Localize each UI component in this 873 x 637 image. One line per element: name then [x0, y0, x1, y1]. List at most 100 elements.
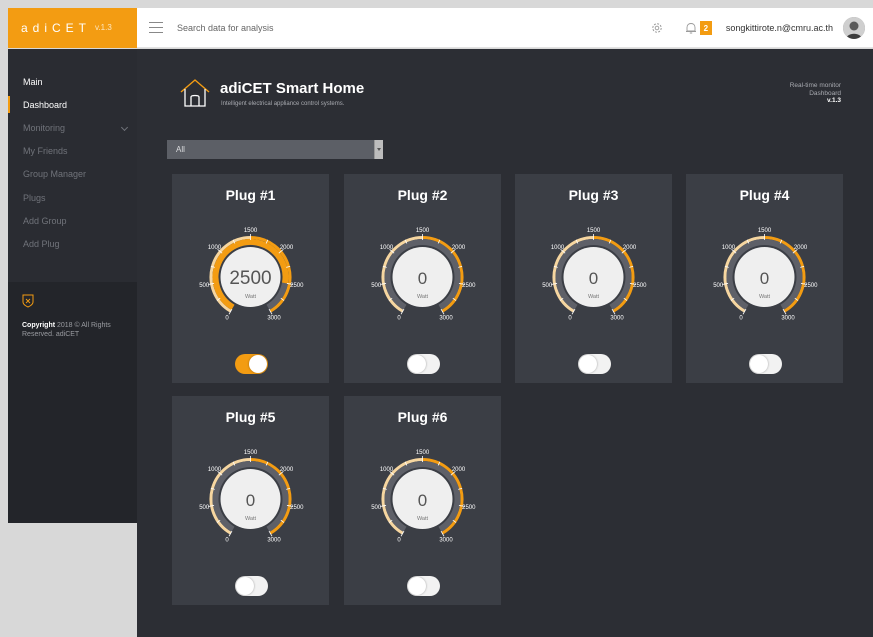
- header-tools: 2 songkittirote.n@cmru.ac.th: [650, 8, 865, 48]
- main-content: adiCET Smart Home Intelligent electrical…: [137, 49, 873, 637]
- plug-title: Plug #1: [225, 187, 276, 203]
- gauge-tick-label: 1000: [208, 245, 222, 251]
- plug-title: Plug #2: [397, 187, 448, 203]
- chevron-down-icon[interactable]: [374, 140, 383, 159]
- breadcrumb: Dashboard: [809, 89, 841, 97]
- plug-card: Plug #2 0 500 1000 1500 2000 2500 3000 0 Watt: [344, 174, 501, 383]
- gauge-unit: Watt: [759, 294, 771, 300]
- sidebar-menu: Main Dashboard Monitoring My Friends Gro…: [8, 49, 137, 256]
- sidebar-item-monitoring-label: Monitoring: [23, 122, 66, 133]
- gauge-tick-label: 1500: [416, 228, 430, 234]
- toggle-knob: [408, 577, 426, 595]
- gauge-value: 0: [418, 491, 427, 510]
- page-version: v.1.3: [827, 97, 841, 104]
- plug-title: Plug #5: [225, 409, 276, 425]
- sidebar-item-monitoring[interactable]: Monitoring: [8, 116, 137, 139]
- gauge-value: 0: [760, 269, 769, 288]
- sidebar-item-add-plug[interactable]: Add Plug: [8, 232, 137, 255]
- group-filter-select[interactable]: All: [167, 140, 383, 159]
- power-toggle[interactable]: [578, 354, 611, 374]
- toggle-knob: [408, 355, 426, 373]
- sidebar: Main Dashboard Monitoring My Friends Gro…: [8, 49, 137, 523]
- gauge-tick-label: 3000: [439, 316, 453, 322]
- gauge-tick-label: 2500: [462, 283, 476, 289]
- power-toggle[interactable]: [235, 354, 268, 374]
- shield-icon: [22, 294, 34, 308]
- avatar[interactable]: [843, 17, 865, 39]
- gauge-tick-label: 2500: [290, 505, 304, 511]
- gauge-tick-label: 500: [713, 283, 724, 289]
- gauge-unit: Watt: [417, 516, 429, 522]
- gauge-tick-label: 2000: [452, 467, 466, 473]
- gauge-tick-label: 1500: [416, 450, 430, 456]
- gauge-tick-label: 1000: [380, 467, 394, 473]
- gauge-tick-label: 2500: [462, 505, 476, 511]
- notification-badge[interactable]: 2: [699, 21, 712, 35]
- plug-card: Plug #6 0 500 1000 1500 2000 2500 3000 0 Watt: [344, 396, 501, 605]
- gauge-tick-label: 2000: [794, 245, 808, 251]
- gauge-value: 0: [246, 491, 255, 510]
- gauge-tick-label: 3000: [781, 316, 795, 322]
- plug-card: Plug #1 0 500 1000 1500 2000 2500 3000 2500 Watt: [172, 174, 329, 383]
- gauge-value: 2500: [229, 268, 271, 289]
- gear-icon[interactable]: [650, 21, 664, 35]
- power-gauge: 0 500 1000 1500 2000 2500 3000 2500 Watt: [199, 228, 304, 322]
- power-gauge: 0 500 1000 1500 2000 2500 3000 0 Watt: [371, 228, 476, 322]
- realtime-label: Real-time monitor: [789, 82, 841, 89]
- gauge-tick-label: 0: [568, 316, 572, 322]
- power-gauge: 0 500 1000 1500 2000 2500 3000 0 Watt: [542, 228, 647, 322]
- power-toggle[interactable]: [749, 354, 782, 374]
- power-toggle[interactable]: [407, 576, 440, 596]
- search-input[interactable]: [177, 15, 477, 40]
- page-meta: Real-time monitor Dashboard v.1.3: [790, 82, 841, 105]
- sidebar-item-add-group[interactable]: Add Group: [8, 209, 137, 232]
- gauge-tick-label: 500: [199, 283, 210, 289]
- gauge-tick-label: 500: [371, 283, 382, 289]
- gauge-tick-label: 2000: [623, 245, 637, 251]
- gauge-tick-label: 1000: [551, 245, 565, 251]
- gauge-tick-label: 3000: [267, 316, 281, 322]
- brand-logo[interactable]: adiCET v.1.3: [8, 7, 137, 48]
- plug-card: Plug #5 0 500 1000 1500 2000 2500 3000 0 Watt: [172, 396, 329, 605]
- gauge-tick-label: 2500: [290, 283, 304, 289]
- gauge-tick-label: 1500: [244, 228, 258, 234]
- gauge-value: 0: [589, 269, 598, 288]
- home-icon: [180, 79, 210, 107]
- toggle-knob: [579, 355, 597, 373]
- sidebar-footer: Copyright 2018 © All Rights Reserved. ad…: [8, 282, 137, 523]
- gauge-unit: Watt: [245, 516, 257, 522]
- copyright-bold: Copyright: [22, 322, 56, 329]
- gauge-tick-label: 500: [371, 505, 382, 511]
- brand-name: adiCET: [21, 20, 92, 35]
- brand-version: v.1.3: [95, 23, 112, 32]
- plug-title: Plug #3: [568, 187, 619, 203]
- chevron-down-icon: [120, 124, 129, 132]
- gauge-unit: Watt: [245, 294, 257, 300]
- power-toggle[interactable]: [235, 576, 268, 596]
- power-toggle[interactable]: [407, 354, 440, 374]
- user-email[interactable]: songkittirote.n@cmru.ac.th: [726, 23, 833, 33]
- sidebar-item-my-friends[interactable]: My Friends: [8, 140, 137, 163]
- toggle-knob: [236, 577, 254, 595]
- plug-title: Plug #4: [739, 187, 790, 203]
- gauge-tick-label: 0: [225, 538, 229, 544]
- sidebar-heading-main: Main: [23, 76, 43, 87]
- menu-toggle-icon[interactable]: [149, 22, 163, 33]
- gauge-tick-label: 1500: [758, 228, 772, 234]
- gauge-unit: Watt: [588, 294, 600, 300]
- sidebar-item-plugs[interactable]: Plugs: [8, 186, 137, 209]
- sidebar-item-group-manager[interactable]: Group Manager: [8, 163, 137, 186]
- bell-icon[interactable]: [684, 21, 698, 35]
- gauge-tick-label: 1000: [722, 245, 736, 251]
- gauge-tick-label: 1500: [587, 228, 601, 234]
- gauge-unit: Watt: [417, 294, 429, 300]
- gauge-value: 0: [418, 269, 427, 288]
- sidebar-item-dashboard[interactable]: Dashboard: [8, 93, 137, 116]
- gauge-tick-label: 0: [739, 316, 743, 322]
- gauge-tick-label: 2000: [280, 245, 294, 251]
- gauge-tick-label: 2500: [633, 283, 647, 289]
- page-title: adiCET Smart Home: [220, 80, 365, 97]
- gauge-tick-label: 0: [397, 316, 401, 322]
- gauge-tick-label: 2000: [280, 467, 294, 473]
- gauge-tick-label: 0: [397, 538, 401, 544]
